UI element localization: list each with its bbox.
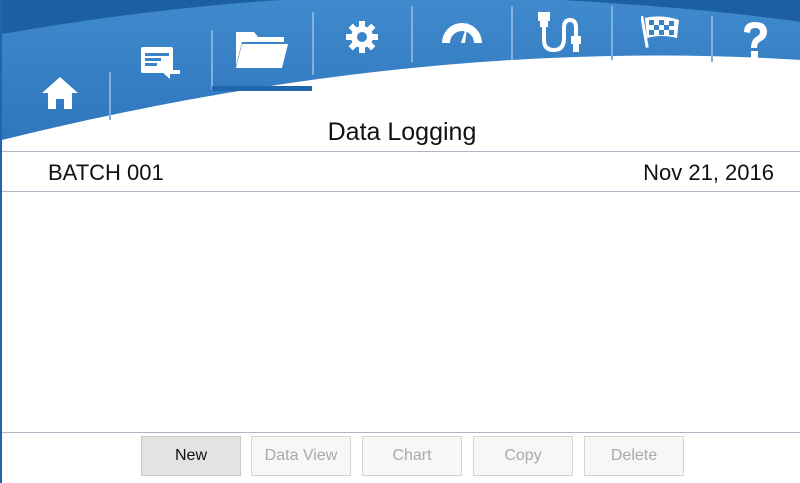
chart-button[interactable]: Chart [362,436,462,476]
page-title: Data Logging [327,118,477,146]
data-view-button[interactable]: Data View [251,436,351,476]
question-mark-icon [744,22,767,58]
gear-icon [346,21,378,53]
nav-calibration-button[interactable] [432,10,492,50]
nav-start-button[interactable] [632,10,692,54]
folder-icon [236,32,288,68]
nav-connection-button[interactable] [530,8,594,58]
checkered-flag-icon [641,15,679,48]
active-tab-indicator [212,86,312,91]
log-file-list: BATCH 001 Nov 21, 2016 [2,151,800,433]
copy-button[interactable]: Copy [473,436,573,476]
nav-help-button[interactable] [730,16,780,66]
home-icon [42,77,78,109]
bottom-toolbar: New Data View Chart Copy Delete [2,433,800,483]
batch-name: BATCH 001 [48,160,164,185]
list-item[interactable]: BATCH 001 Nov 21, 2016 [2,152,800,192]
nav-home-button[interactable] [30,68,90,118]
new-button[interactable]: New [141,436,241,476]
usb-cable-icon [538,12,581,53]
nav-data-logging-button[interactable] [228,20,296,76]
nav-settings-button[interactable] [332,12,392,62]
batch-date: Nov 21, 2016 [643,160,774,185]
display-import-icon [141,47,180,79]
app-window: Data Logging BATCH 001 Nov 21, 2016 New … [0,0,800,483]
delete-button[interactable]: Delete [584,436,684,476]
gauge-icon [442,21,482,43]
nav-display-button[interactable] [130,38,190,88]
